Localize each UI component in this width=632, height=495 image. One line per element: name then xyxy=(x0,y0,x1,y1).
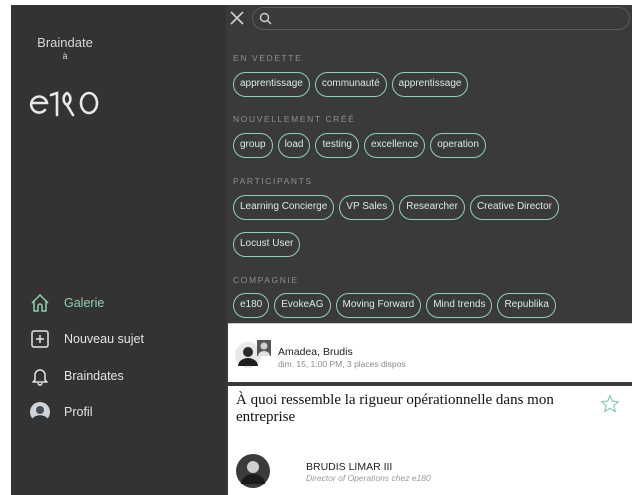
search-icon xyxy=(259,12,272,25)
tag[interactable]: Mind trends xyxy=(426,293,493,318)
company-tags: e180 EvokeAG Moving Forward Mind trends … xyxy=(233,293,556,318)
topic-card[interactable]: À quoi ressemble la rigueur opérationnel… xyxy=(228,386,632,495)
sidebar-item-galerie[interactable]: Galerie xyxy=(29,291,219,315)
host-name: BRUDIS LIMAR III xyxy=(306,461,393,473)
plus-square-icon xyxy=(29,328,51,350)
tag[interactable]: Researcher xyxy=(399,195,465,220)
search-field[interactable] xyxy=(252,7,630,30)
tag[interactable]: Creative Director xyxy=(469,195,559,220)
host-avatar xyxy=(236,454,270,488)
section-title-featured: EN VEDETTE xyxy=(233,53,303,63)
search-input[interactable] xyxy=(277,11,617,27)
new-tags: group load testing excellence operation xyxy=(233,133,486,158)
sidebar-item-label: Braindates xyxy=(64,369,124,383)
sidebar: Braindate à Galerie Nouveau sujet Braind… xyxy=(11,5,226,495)
tag[interactable]: EvokeAG xyxy=(274,293,331,318)
featured-tags: apprentissage communauté apprentissage xyxy=(233,72,469,97)
tag[interactable]: VP Sales xyxy=(339,195,395,220)
tag[interactable]: excellence xyxy=(363,133,426,158)
tag[interactable]: load xyxy=(277,133,311,158)
sidebar-item-profil[interactable]: Profil xyxy=(29,400,219,424)
star-icon[interactable] xyxy=(600,394,620,414)
topic-title: À quoi ressemble la rigueur opérationnel… xyxy=(236,392,554,425)
avatar xyxy=(29,401,51,423)
tag[interactable]: apprentissage xyxy=(391,72,469,97)
section-title-new: NOUVELLEMENT CRÉÉ xyxy=(233,114,356,124)
tag[interactable]: e180 xyxy=(233,293,270,318)
tag[interactable]: Locust User xyxy=(233,232,301,257)
sidebar-item-label: Nouveau sujet xyxy=(64,332,144,346)
tag[interactable]: testing xyxy=(315,133,359,158)
tag[interactable]: Learning Concierge xyxy=(233,195,335,220)
home-icon xyxy=(29,292,51,314)
section-title-participants: PARTICIPANTS xyxy=(233,176,313,186)
e180-logo xyxy=(29,91,99,117)
tag[interactable]: communauté xyxy=(314,72,387,97)
tag[interactable]: Republika xyxy=(497,293,556,318)
participants-avatars xyxy=(235,340,271,368)
participants-tags-row2: Locust User xyxy=(233,232,301,257)
tag[interactable]: Moving Forward xyxy=(335,293,422,318)
participants-tags-row1: Learning Concierge VP Sales Researcher C… xyxy=(233,195,559,220)
session-participants: Amadea, Brudis xyxy=(278,346,353,358)
search-bar xyxy=(226,5,632,33)
bell-icon xyxy=(29,365,51,387)
brand-preposition: à xyxy=(62,51,68,61)
app-frame: Braindate à Galerie Nouveau sujet Braind… xyxy=(11,5,632,495)
sidebar-item-label: Profil xyxy=(64,405,93,419)
host-role: Director of Operations chez e180 xyxy=(306,473,431,483)
session-card[interactable]: Amadea, Brudis dim. 15, 1:00 PM, 3 place… xyxy=(228,323,632,382)
tag[interactable]: apprentissage xyxy=(233,72,310,97)
sidebar-item-label: Galerie xyxy=(64,296,105,310)
section-title-company: COMPAGNIE xyxy=(233,275,299,285)
tag[interactable]: operation xyxy=(430,133,486,158)
tag[interactable]: group xyxy=(233,133,273,158)
sidebar-item-braindates[interactable]: Braindates xyxy=(29,364,219,388)
session-meta: dim. 15, 1:00 PM, 3 places dispos xyxy=(278,359,406,369)
close-icon[interactable] xyxy=(230,11,244,25)
brand-title: Braindate xyxy=(37,35,93,50)
sidebar-item-nouveau-sujet[interactable]: Nouveau sujet xyxy=(29,327,219,351)
